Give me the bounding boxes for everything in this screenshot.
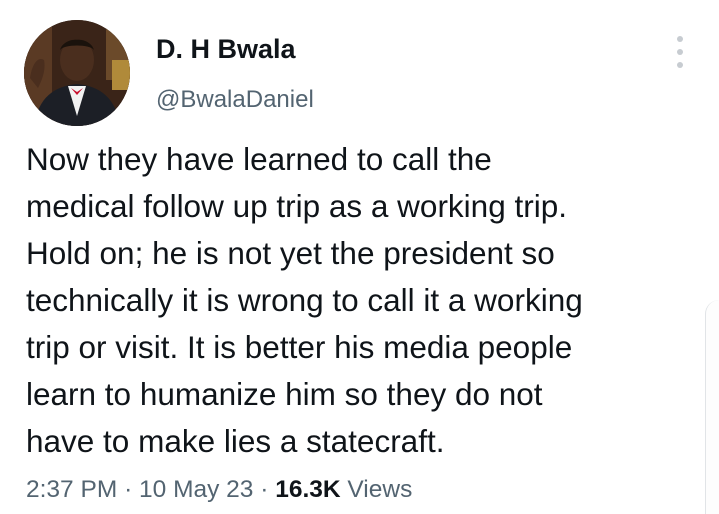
- tweet-meta: 2:37 PM · 10 May 23 · 16.3K Views: [26, 476, 412, 504]
- tweet-text-line: trip or visit. It is better his media pe…: [26, 329, 573, 365]
- tweet-text-line: have to make lies a statecraft.: [26, 423, 445, 459]
- adjacent-panel-edge: [705, 300, 719, 514]
- author-handle[interactable]: @BwalaDaniel: [156, 86, 314, 114]
- tweet-text-line: Now they have learned to call the: [26, 141, 492, 177]
- tweet-text-line: Hold on; he is not yet the president so: [26, 235, 555, 271]
- author-display-name[interactable]: D. H Bwala: [156, 34, 296, 65]
- profile-photo-icon: [24, 20, 130, 126]
- tweet-card: D. H Bwala @BwalaDaniel Now they have le…: [0, 0, 719, 514]
- author-avatar[interactable]: [24, 20, 130, 126]
- tweet-text-line: technically it is wrong to call it a wor…: [26, 282, 583, 318]
- views-label: Views: [347, 476, 413, 503]
- tweet-text-line: learn to humanize him so they do not: [26, 376, 543, 412]
- views-count[interactable]: 16.3K: [275, 476, 347, 503]
- tweet-text-line: medical follow up trip as a working trip…: [26, 188, 567, 224]
- meta-separator: ·: [260, 476, 276, 503]
- meta-separator: ·: [124, 476, 140, 503]
- more-dot: [677, 62, 683, 68]
- tweet-text: Now they have learned to call the medical…: [26, 136, 696, 465]
- more-dot: [677, 36, 683, 42]
- more-options-icon[interactable]: [668, 36, 692, 68]
- tweet-time[interactable]: 2:37 PM: [26, 476, 117, 503]
- more-dot: [677, 49, 683, 55]
- tweet-date[interactable]: 10 May 23: [139, 476, 253, 503]
